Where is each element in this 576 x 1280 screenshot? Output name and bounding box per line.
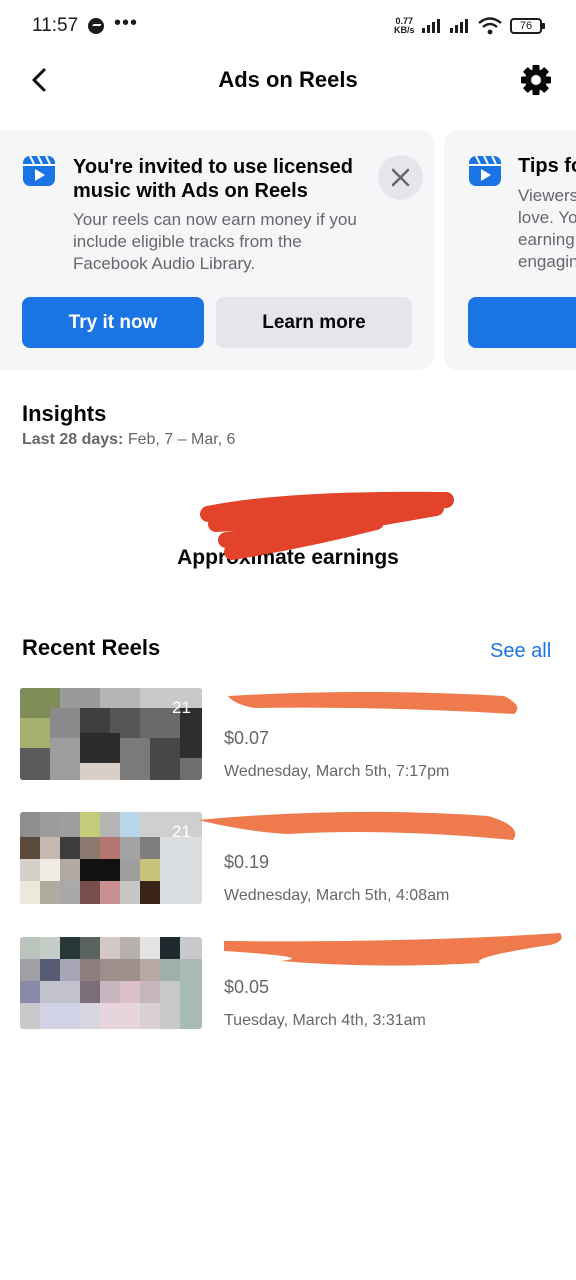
reel-earnings: $0.05: [224, 977, 270, 997]
network-speed: 0.77 KB/s: [394, 17, 415, 35]
promo-title: You're invited to use licensed music wit…: [73, 156, 354, 202]
see-all-link[interactable]: See all: [490, 640, 551, 663]
reel-list-item[interactable]: $0.05 Tuesday, March 4th, 3:31am: [0, 933, 576, 1037]
reel-earnings: $0.19: [224, 852, 270, 872]
reel-play-count: 21: [172, 822, 191, 841]
reel-date: Wednesday, March 5th, 4:08am: [224, 887, 450, 904]
reels-icon: [469, 155, 501, 186]
tips-card-line: Viewers: [518, 186, 576, 205]
reel-earnings: $0.07: [224, 728, 270, 748]
reel-list-item[interactable]: 21 $0.07 Wednesday, March 5th, 7:17pm: [0, 688, 576, 788]
wifi-icon: [478, 17, 502, 35]
insights-range-label: Last 28 days:: [22, 431, 124, 448]
close-icon: [391, 168, 410, 187]
reel-play-count: 21: [172, 698, 191, 717]
gear-icon[interactable]: [518, 62, 554, 98]
insights-title: Insights: [22, 401, 107, 426]
more-notifications-icon: •••: [114, 12, 139, 34]
signal-icon: [422, 19, 444, 33]
promo-body: Your reels can now earn money if you inc…: [73, 210, 357, 273]
reel-title-redaction: [224, 933, 562, 966]
signal-icon: [450, 19, 472, 33]
learn-more-button[interactable]: Learn more: [216, 297, 412, 348]
page-title: Ads on Reels: [218, 67, 358, 92]
battery-icon: 76: [510, 18, 545, 34]
reel-date: Tuesday, March 4th, 3:31am: [224, 1012, 426, 1029]
reels-icon: [23, 155, 55, 186]
tips-card-line: love. Yo: [518, 208, 576, 227]
tips-card-body: Viewers love. Yo earning engagin: [518, 185, 576, 273]
close-button[interactable]: [378, 155, 423, 200]
approximate-earnings-label: Approximate earnings: [177, 546, 399, 569]
reel-list-item[interactable]: 21 $0.19 Wednesday, March 5th, 4:08am: [0, 811, 576, 912]
reel-date: Wednesday, March 5th, 7:17pm: [224, 763, 450, 780]
network-speed-unit: KB/s: [394, 25, 415, 35]
tips-card[interactable]: Tips fo Viewers love. Yo earning engagin: [444, 130, 576, 370]
tips-card-line: earning: [518, 230, 575, 249]
insights-range-value: Feb, 7 – Mar, 6: [127, 431, 236, 448]
app-header: Ads on Reels: [0, 52, 576, 108]
status-time: 11:57: [32, 15, 79, 36]
messenger-notification-icon: [88, 18, 104, 34]
tips-card-button[interactable]: [468, 297, 576, 348]
reel-thumbnail: [20, 937, 202, 1029]
promo-carousel[interactable]: You're invited to use licensed music wit…: [0, 130, 576, 372]
tips-card-title: Tips fo: [518, 155, 576, 177]
reel-thumbnail: 21: [20, 812, 202, 904]
licensed-music-card: You're invited to use licensed music wit…: [0, 130, 434, 370]
reel-title-redaction: [198, 811, 516, 840]
insights-date-range: Last 28 days: Feb, 7 – Mar, 6: [22, 431, 235, 449]
reel-title-redaction: [228, 692, 518, 714]
try-it-now-button[interactable]: Try it now: [22, 297, 204, 348]
status-bar: 11:57 ••• 0.77 KB/s 76: [0, 0, 576, 52]
recent-reels-title: Recent Reels: [22, 635, 161, 660]
tips-card-line: engagin: [518, 252, 576, 271]
reel-thumbnail: 21: [20, 688, 202, 780]
